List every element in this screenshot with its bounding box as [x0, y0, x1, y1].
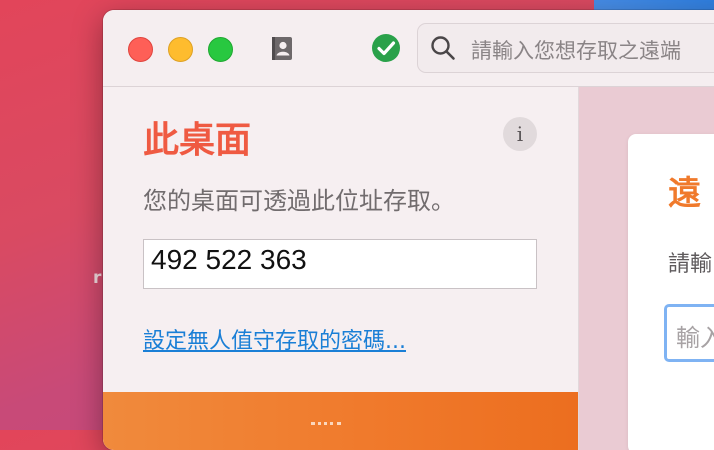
- title-bar: 請輸入您想存取之遠端: [103, 10, 714, 87]
- set-unattended-password-link[interactable]: 設定無人值守存取的密碼...: [143, 323, 406, 355]
- remote-address-placeholder: 輸入: [676, 324, 714, 352]
- this-desk-panel: 此桌面 i 您的桌面可透過此位址存取。 492 522 363 設定無人值守存取…: [103, 87, 579, 450]
- remote-desk-card: 遠 請輸 輸入: [628, 134, 714, 450]
- close-button[interactable]: [128, 37, 153, 62]
- desk-address-value[interactable]: 492 522 363: [151, 244, 307, 276]
- address-book-icon[interactable]: [270, 36, 294, 61]
- minimize-button[interactable]: [168, 37, 193, 62]
- remote-desk-title: 遠: [668, 173, 701, 212]
- desk-address-field[interactable]: 492 522 363: [143, 239, 537, 289]
- connection-status-check-icon: [372, 34, 400, 62]
- zoom-button[interactable]: [208, 37, 233, 62]
- this-desk-description: 您的桌面可透過此位址存取。: [143, 187, 455, 215]
- search-placeholder: 請輸入您想存取之遠端: [471, 39, 681, 63]
- desktop-icon-label: r: [93, 268, 102, 288]
- remote-desk-subtitle: 請輸: [668, 252, 713, 277]
- search-icon: [431, 36, 455, 60]
- remote-desk-area: 遠 請輸 輸入: [579, 87, 714, 450]
- anydesk-window: 請輸入您想存取之遠端 此桌面 i 您的桌面可透過此位址存取。 492 522 3…: [103, 10, 714, 450]
- remote-address-search-field[interactable]: 請輸入您想存取之遠端: [417, 23, 714, 73]
- remote-address-input[interactable]: 輸入: [664, 304, 714, 362]
- info-icon[interactable]: i: [503, 117, 537, 151]
- banner-text-cutoff: [311, 422, 341, 433]
- promo-banner[interactable]: [103, 392, 578, 450]
- this-desk-title: 此桌面: [143, 120, 252, 161]
